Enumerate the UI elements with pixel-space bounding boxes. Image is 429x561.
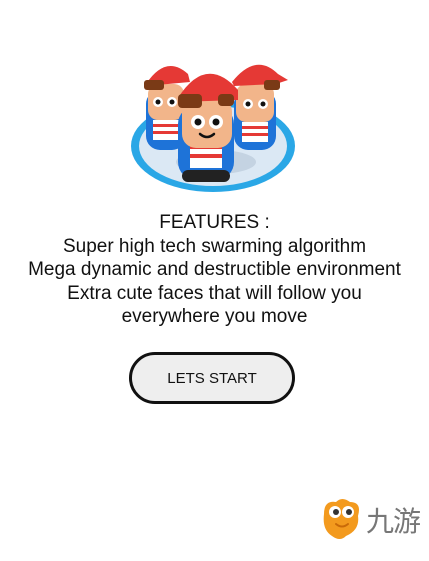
feature-line: Super high tech swarming algorithm xyxy=(62,235,367,257)
feature-line: everywhere you move xyxy=(121,306,308,328)
features-text: FEATURES : Super high tech swarming algo… xyxy=(0,211,429,329)
character-group-illustration xyxy=(131,64,295,192)
lets-start-button[interactable]: LETS START xyxy=(129,352,295,404)
character-front xyxy=(178,73,238,182)
feature-line: Mega dynamic and destructible environmen… xyxy=(28,259,401,281)
feature-line: Extra cute faces that will follow you xyxy=(67,282,362,304)
watermark: 九游 xyxy=(318,494,428,542)
watermark-text: 九游 xyxy=(366,506,421,537)
jiuyou-mascot-logo xyxy=(323,499,359,539)
features-heading: FEATURES : xyxy=(159,212,270,233)
